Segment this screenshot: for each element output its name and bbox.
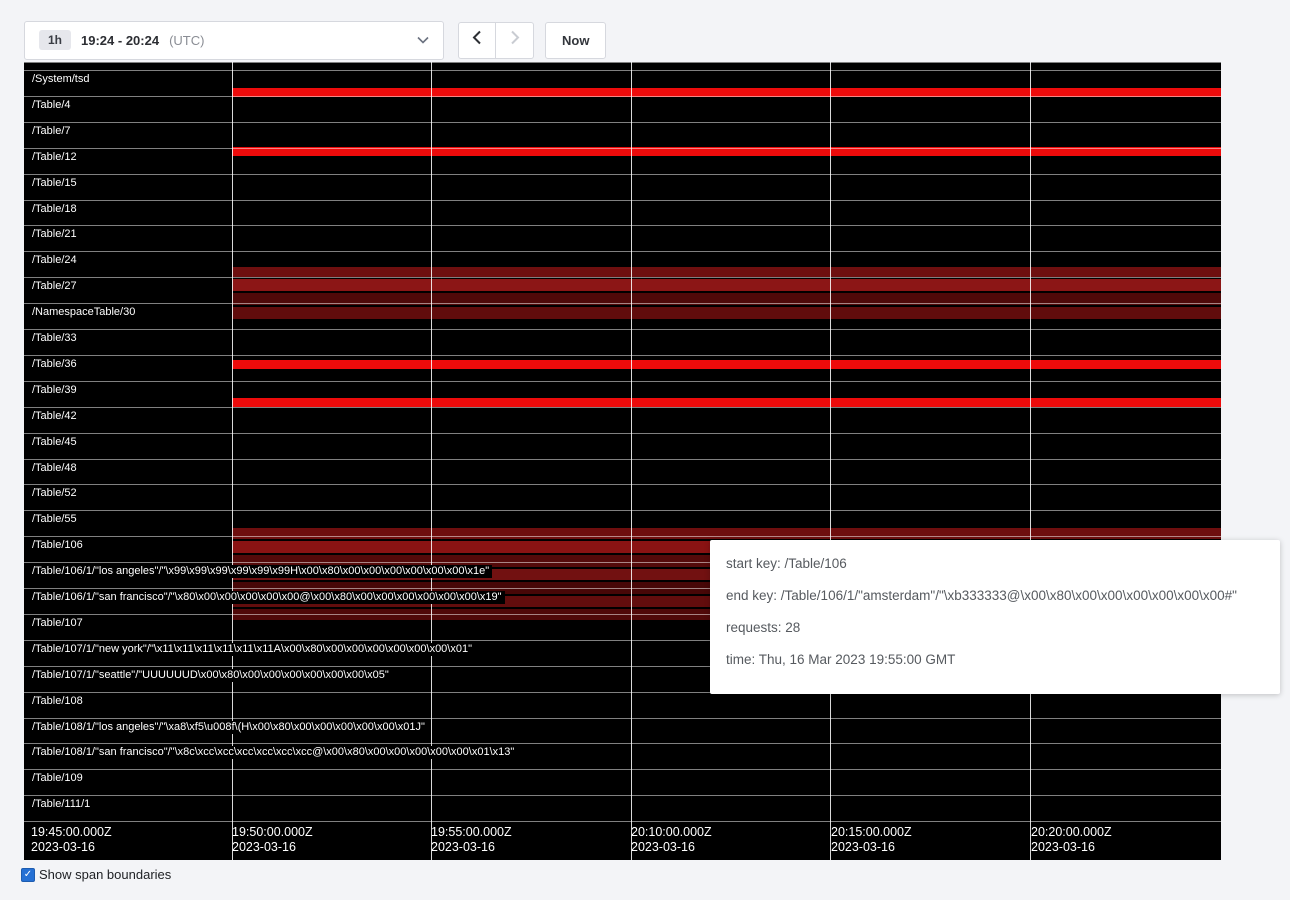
span-key-label: /Table/15 [31,177,80,190]
span-boundary-line [24,536,1221,537]
span-key-label: /Table/45 [31,436,80,449]
span-key-label: /Table/106/1/"los angeles"/"\x99\x99\x99… [31,565,492,578]
span-key-label: /Table/48 [31,462,80,475]
span-key-label: /Table/52 [31,487,80,500]
duration-badge: 1h [39,30,71,50]
x-axis-label: 20:10:00.000Z 2023-03-16 [631,825,712,855]
footer: Show span boundaries [21,867,171,882]
span-boundary-line [24,769,1221,770]
span-boundary-line [24,122,1221,123]
hover-tooltip: start key: /Table/106 end key: /Table/10… [710,540,1280,694]
span-boundary-line [24,148,1221,149]
x-axis-label: 20:15:00.000Z 2023-03-16 [831,825,912,855]
toolbar: 1h 19:24 - 20:24 (UTC) Now [24,20,606,60]
time-range-label: 19:24 - 20:24 [81,33,159,48]
span-boundary-line [24,303,1221,304]
span-boundary-line [24,200,1221,201]
span-key-label: /System/tsd [31,73,92,86]
span-boundary-line [24,484,1221,485]
heatmap-band[interactable] [232,279,1221,291]
span-key-label: /Table/42 [31,410,80,423]
time-nav-group [458,22,534,59]
show-span-boundaries-checkbox[interactable] [21,868,35,882]
heatmap-band[interactable] [232,307,1221,319]
span-boundary-line [24,225,1221,226]
span-key-label: /Table/111/1 [31,798,93,811]
time-gridline [431,62,432,860]
tooltip-requests: requests: 28 [726,620,1264,635]
span-key-label: /Table/107/1/"seattle"/"UUUUUUD\x00\x80\… [31,669,392,682]
span-key-label: /Table/12 [31,151,80,164]
span-key-label: /Table/21 [31,228,80,241]
span-boundary-line [24,251,1221,252]
chevron-right-icon [510,30,520,50]
x-axis-label: 19:50:00.000Z 2023-03-16 [232,825,313,855]
span-key-label: /Table/106/1/"san francisco"/"\x80\x00\x… [31,591,505,604]
time-gridline [631,62,632,860]
span-key-label: /Table/27 [31,280,80,293]
x-axis-label: 20:20:00.000Z 2023-03-16 [1031,825,1112,855]
span-key-label: /Table/36 [31,358,80,371]
time-gridline [1030,62,1031,860]
heatmap-band[interactable] [232,528,1221,539]
chevron-left-icon [472,30,482,50]
span-boundary-line [24,174,1221,175]
span-key-label: /Table/7 [31,125,74,138]
key-visualizer-canvas[interactable]: /System/tsd/Table/4/Table/7/Table/12/Tab… [24,62,1221,860]
chevron-down-icon [417,36,429,44]
tooltip-end-key: end key: /Table/106/1/"amsterdam"/"\xb33… [726,588,1264,603]
show-span-boundaries-label: Show span boundaries [39,867,171,882]
span-boundary-line [24,718,1221,719]
span-boundary-line [24,407,1221,408]
span-key-label: /Table/39 [31,384,80,397]
heatmap-band[interactable] [232,267,1221,277]
span-key-label: /Table/106 [31,539,86,552]
span-key-label: /Table/18 [31,203,80,216]
tooltip-time: time: Thu, 16 Mar 2023 19:55:00 GMT [726,652,1264,667]
span-boundary-line [24,62,1221,63]
now-button[interactable]: Now [545,22,606,59]
span-key-label: /Table/4 [31,99,74,112]
span-boundary-line [24,795,1221,796]
span-key-label: /Table/108/1/"san francisco"/"\x8c\xcc\x… [31,746,517,759]
span-key-label: /Table/24 [31,254,80,267]
tooltip-start-key: start key: /Table/106 [726,556,1264,571]
time-gridline [232,62,233,860]
span-key-label: /Table/108/1/"los angeles"/"\xa8\xf5\u00… [31,721,428,734]
span-key-label: /Table/108 [31,695,86,708]
span-key-label: /Table/33 [31,332,80,345]
span-key-label: /NamespaceTable/30 [31,306,138,319]
span-boundary-line [24,329,1221,330]
span-boundary-line [24,277,1221,278]
x-axis-label: 19:45:00.000Z 2023-03-16 [31,825,112,855]
prev-time-button[interactable] [458,22,496,59]
time-gridline [830,62,831,860]
span-boundary-line [24,821,1221,822]
span-boundary-line [24,743,1221,744]
span-boundary-line [24,459,1221,460]
span-boundary-line [24,433,1221,434]
span-boundary-line [24,96,1221,97]
span-key-label: /Table/107 [31,617,86,630]
span-boundary-line [24,355,1221,356]
next-time-button[interactable] [496,22,534,59]
span-key-label: /Table/55 [31,513,80,526]
span-boundary-line [24,510,1221,511]
span-boundary-line [24,381,1221,382]
span-boundary-line [24,70,1221,71]
heatmap-band[interactable] [232,360,1221,369]
x-axis-label: 19:55:00.000Z 2023-03-16 [431,825,512,855]
time-range-select[interactable]: 1h 19:24 - 20:24 (UTC) [24,21,444,60]
span-key-label: /Table/107/1/"new york"/"\x11\x11\x11\x1… [31,643,475,656]
timezone-label: (UTC) [169,33,204,48]
heatmap-band[interactable] [232,398,1221,407]
span-key-label: /Table/109 [31,772,86,785]
